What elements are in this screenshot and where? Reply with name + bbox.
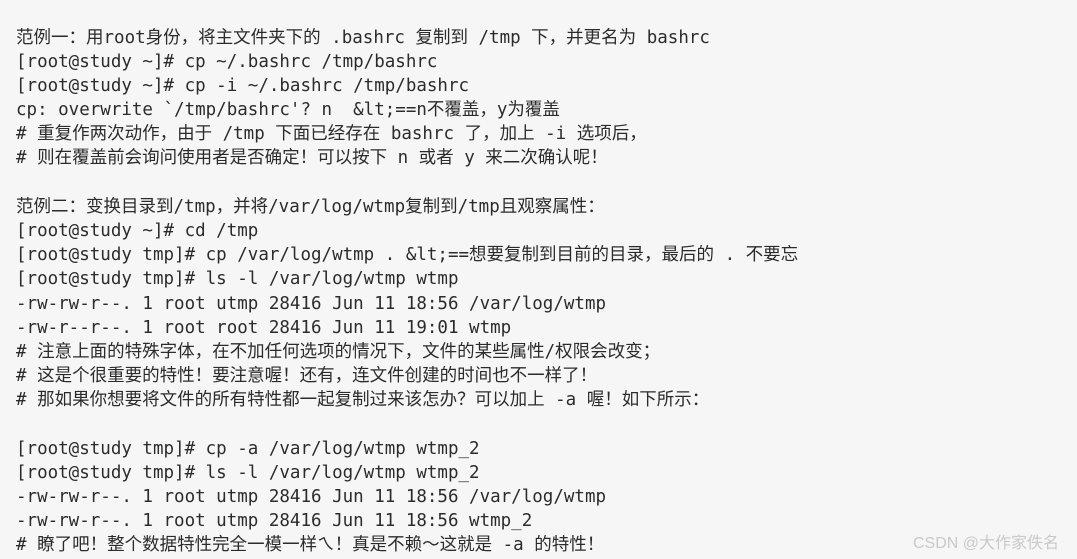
code-line: [root@study ~]# cp -i ~/.bashrc /tmp/bas… bbox=[16, 75, 470, 96]
code-line: [root@study tmp]# ls -l /var/log/wtmp wt… bbox=[16, 269, 459, 290]
terminal-transcript: 范例一：用root身份，将主文件夹下的 .bashrc 复制到 /tmp 下，并… bbox=[0, 18, 1077, 559]
code-line: [root@study tmp]# cp -a /var/log/wtmp wt… bbox=[16, 438, 480, 459]
code-line: -rw-rw-r--. 1 root utmp 28416 Jun 11 18:… bbox=[16, 487, 607, 508]
code-line: # 那如果你想要将文件的所有特性都一起复制过来该怎办？可以加上 -a 喔！如下所… bbox=[16, 390, 710, 411]
code-line: # 这是个很重要的特性！要注意喔！还有，连文件创建的时间也不一样了！ bbox=[16, 366, 598, 387]
code-line: # 重复作两次动作，由于 /tmp 下面已经存在 bashrc 了，加上 -i … bbox=[16, 124, 647, 145]
code-line: -rw-rw-r--. 1 root utmp 28416 Jun 11 18:… bbox=[16, 293, 607, 314]
code-line: -rw-r--r--. 1 root root 28416 Jun 11 19:… bbox=[16, 317, 512, 338]
code-line: [root@study tmp]# cp /var/log/wtmp . &lt… bbox=[16, 245, 799, 266]
code-line: # 则在覆盖前会询问使用者是否确定！可以按下 n 或者 y 来二次确认呢！ bbox=[16, 148, 608, 169]
code-line: cp: overwrite `/tmp/bashrc'? n &lt;==n不覆… bbox=[16, 100, 560, 121]
csdn-watermark: CSDN @大作家佚名 bbox=[912, 535, 1059, 552]
code-line: 范例一：用root身份，将主文件夹下的 .bashrc 复制到 /tmp 下，并… bbox=[16, 27, 710, 48]
code-line: [root@study ~]# cd /tmp bbox=[16, 221, 259, 241]
code-line: [root@study tmp]# ls -l /var/log/wtmp wt… bbox=[16, 462, 480, 483]
screenshot-root: 范例一：用root身份，将主文件夹下的 .bashrc 复制到 /tmp 下，并… bbox=[0, 0, 1077, 559]
code-line: 范例二：变换目录到/tmp，并将/var/log/wtmp复制到/tmp且观察属… bbox=[16, 196, 605, 217]
code-line: [root@study ~]# cp ~/.bashrc /tmp/bashrc bbox=[16, 51, 438, 72]
code-line: # 注意上面的特殊字体，在不加任何选项的情况下，文件的某些属性/权限会改变； bbox=[16, 341, 661, 362]
